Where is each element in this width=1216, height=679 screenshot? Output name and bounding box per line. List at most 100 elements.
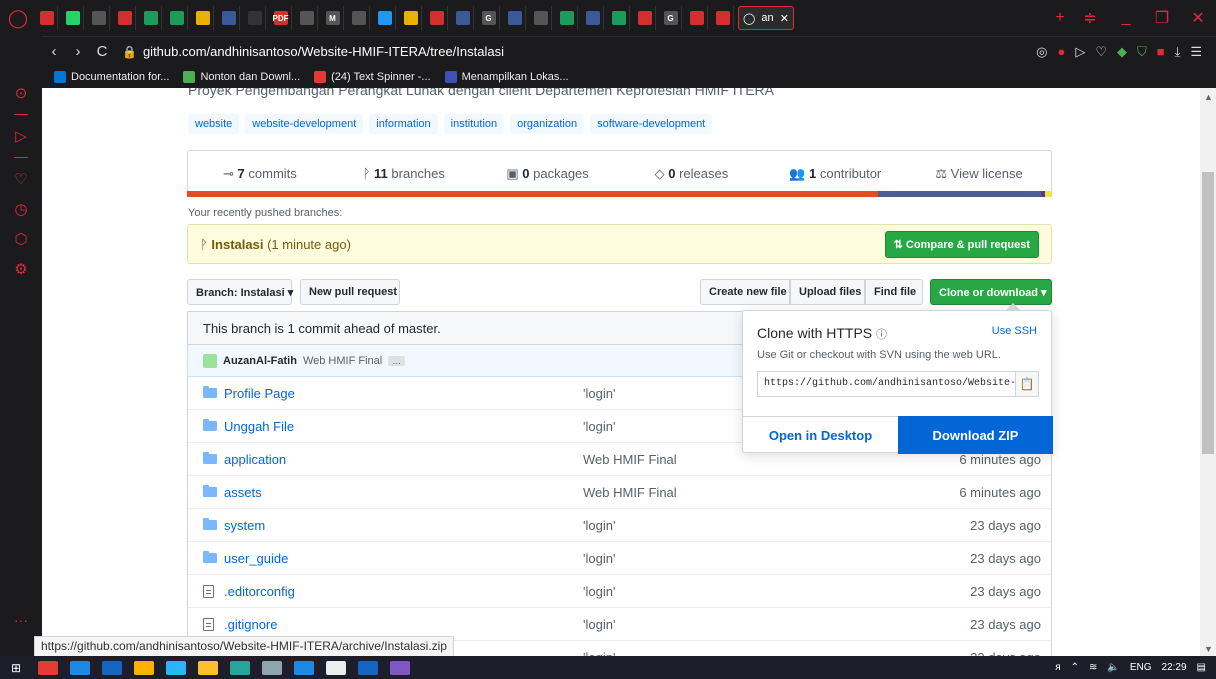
summary-item[interactable]: ▣ 0 packages <box>476 166 620 182</box>
taskbar-app-icon[interactable] <box>134 660 154 675</box>
extensions-cube-icon[interactable]: ⬡ <box>9 230 33 248</box>
snapshot-icon[interactable]: ◎ <box>1036 44 1047 60</box>
taskbar-app-icon[interactable] <box>358 660 378 675</box>
browser-tab[interactable] <box>114 6 136 30</box>
taskbar-app-icon[interactable] <box>230 660 250 675</box>
copy-clipboard-icon[interactable]: 📋 <box>1015 371 1039 397</box>
browser-tab[interactable]: G <box>660 6 682 30</box>
help-icon[interactable]: ⓘ <box>876 329 887 341</box>
tray-chevron-icon[interactable]: ⌃ <box>1071 662 1079 673</box>
reload-button[interactable]: C <box>90 43 114 60</box>
extension-icon[interactable]: ◆ <box>1117 44 1127 60</box>
vpn-shield-icon[interactable]: ⛉ <box>1137 44 1147 60</box>
commit-author[interactable]: AuzanAl-Fatih <box>223 355 297 367</box>
browser-tab[interactable] <box>452 6 474 30</box>
taskbar-app-icon[interactable] <box>166 660 186 675</box>
browser-tab[interactable] <box>608 6 630 30</box>
browser-tab[interactable] <box>582 6 604 30</box>
recent-branch-link[interactable]: ᚹ Instalasi (1 minute ago) <box>200 237 351 252</box>
commit-expand-button[interactable]: … <box>388 355 406 366</box>
browser-tab[interactable]: PDF <box>270 6 292 30</box>
topic-tag[interactable]: website-development <box>245 114 364 134</box>
language-bar[interactable] <box>187 191 1053 197</box>
bookmark-item[interactable]: Menampilkan Lokas... <box>444 71 569 83</box>
create-new-file-button[interactable]: Create new file <box>700 279 790 305</box>
summary-item[interactable]: ⚖ View license <box>907 166 1051 182</box>
lock-icon[interactable]: 🔒 <box>122 45 137 59</box>
browser-tab[interactable] <box>556 6 578 30</box>
browser-tab[interactable] <box>634 6 656 30</box>
easy-setup-icon[interactable]: ≑ <box>1072 8 1108 28</box>
taskbar-app-icon[interactable] <box>102 660 122 675</box>
language-segment[interactable] <box>187 191 878 197</box>
taskbar-app-icon[interactable] <box>390 660 410 675</box>
browser-tab[interactable] <box>192 6 214 30</box>
wifi-icon[interactable]: ≋ <box>1089 662 1097 673</box>
browser-tab[interactable] <box>426 6 448 30</box>
back-button[interactable]: ‹ <box>42 43 66 60</box>
windows-start-icon[interactable]: ⊞ <box>0 661 32 675</box>
adblock-icon[interactable]: ● <box>1057 44 1065 59</box>
menu-icon[interactable]: ☰ <box>1190 44 1202 60</box>
file-commit-message[interactable]: Web HMIF Final <box>583 485 883 500</box>
send-icon[interactable]: ▷ <box>1075 44 1085 60</box>
close-window-button[interactable]: ✕ <box>1180 8 1216 28</box>
scroll-down-icon[interactable]: ▼ <box>1204 644 1213 654</box>
scroll-thumb[interactable] <box>1202 172 1214 454</box>
clock[interactable]: 22:29 <box>1162 662 1187 673</box>
people-icon[interactable]: ᴙ <box>1055 662 1060 673</box>
topic-tag[interactable]: institution <box>443 114 505 134</box>
file-commit-message[interactable]: 'login' <box>583 551 883 566</box>
browser-tab[interactable] <box>530 6 552 30</box>
browser-tab[interactable] <box>686 6 708 30</box>
file-commit-message[interactable]: 'login' <box>583 584 883 599</box>
file-name-link[interactable]: application <box>224 452 604 467</box>
avatar[interactable] <box>203 353 217 368</box>
file-name-link[interactable]: .editorconfig <box>224 584 604 599</box>
new-pull-request-button[interactable]: New pull request <box>300 279 400 305</box>
active-tab[interactable]: ◯ an ✕ <box>738 6 794 30</box>
clone-or-download-button[interactable]: Clone or download ▾ <box>930 279 1052 305</box>
browser-tab[interactable] <box>218 6 240 30</box>
file-commit-message[interactable]: 'login' <box>583 617 883 632</box>
speed-dial-icon[interactable]: ⊙ <box>9 84 33 102</box>
bookmarks-heart-icon[interactable]: ♡ <box>9 170 33 188</box>
browser-tab[interactable]: M <box>322 6 344 30</box>
browser-tab[interactable]: G <box>478 6 500 30</box>
browser-tab[interactable] <box>244 6 266 30</box>
find-file-button[interactable]: Find file <box>865 279 923 305</box>
forward-button[interactable]: › <box>66 43 90 60</box>
browser-tab[interactable] <box>374 6 396 30</box>
language-segment[interactable] <box>877 191 1041 197</box>
browser-tab[interactable] <box>62 6 84 30</box>
new-tab-button[interactable]: + <box>1048 9 1072 27</box>
bookmark-item[interactable]: Documentation for... <box>54 71 169 83</box>
branch-select-button[interactable]: Branch: Instalasi ▾ <box>187 279 293 305</box>
sidebar-more-icon[interactable]: ··· <box>0 612 42 628</box>
minimize-button[interactable]: _ <box>1108 9 1144 27</box>
topic-tag[interactable]: website <box>188 114 240 134</box>
bookmark-heart-icon[interactable]: ♡ <box>1095 44 1107 60</box>
clone-url-input[interactable]: https://github.com/andhinisantoso/Websit… <box>757 371 1015 397</box>
file-name-link[interactable]: system <box>224 518 604 533</box>
download-zip-button[interactable]: Download ZIP <box>898 416 1053 454</box>
extension-cube-icon[interactable]: ■ <box>1157 44 1165 59</box>
file-name-link[interactable]: assets <box>224 485 604 500</box>
open-in-desktop-button[interactable]: Open in Desktop <box>743 416 898 454</box>
file-name-link[interactable]: .gitignore <box>224 617 604 632</box>
notification-icon[interactable]: ▤ <box>1197 662 1206 673</box>
commit-message[interactable]: Web HMIF Final <box>303 355 382 367</box>
upload-files-button[interactable]: Upload files <box>790 279 865 305</box>
summary-item[interactable]: ⊸ 7 commits <box>188 166 332 182</box>
summary-item[interactable]: 👥 1 contributor <box>763 166 907 182</box>
file-name-link[interactable]: user_guide <box>224 551 604 566</box>
browser-tab[interactable] <box>400 6 422 30</box>
taskbar-app-icon[interactable] <box>262 660 282 675</box>
opera-logo-icon[interactable]: ◯ <box>0 0 36 36</box>
browser-tab[interactable] <box>36 6 58 30</box>
taskbar-app-icon[interactable] <box>70 660 90 675</box>
browser-tab[interactable] <box>348 6 370 30</box>
language-segment[interactable] <box>1045 191 1053 197</box>
browser-tab[interactable] <box>296 6 318 30</box>
topic-tag[interactable]: software-development <box>590 114 713 134</box>
